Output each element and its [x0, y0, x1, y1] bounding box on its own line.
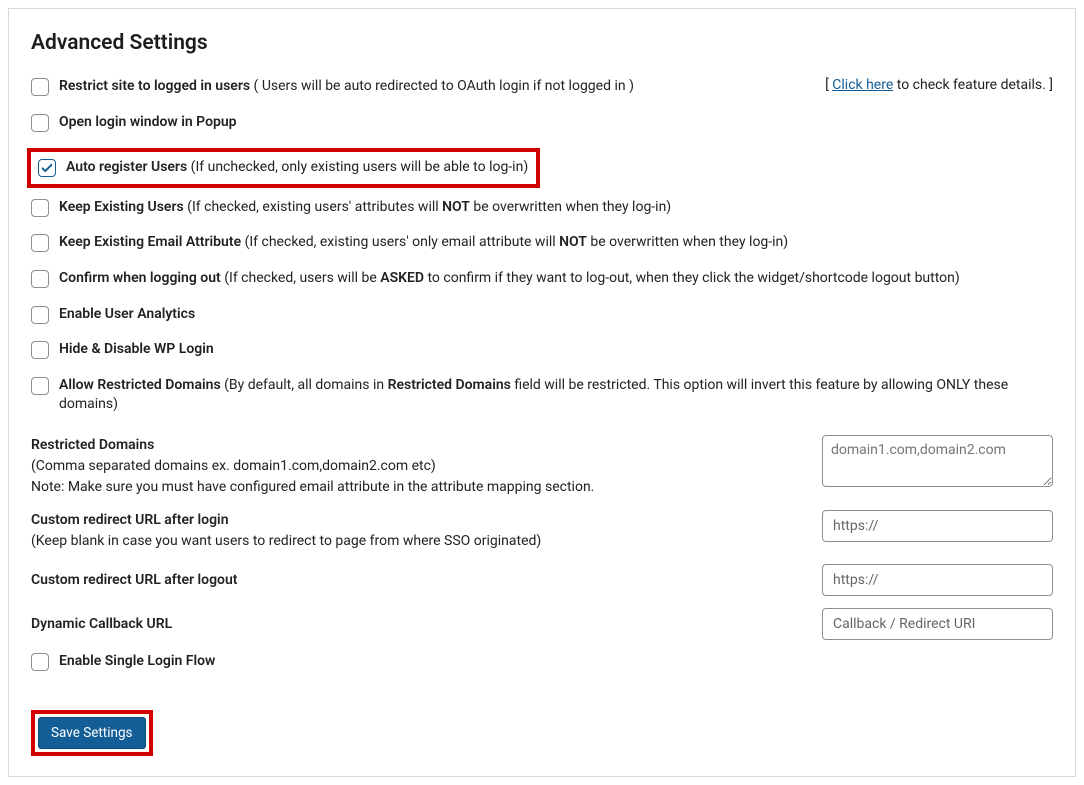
auto-register-label-paren: (If unchecked, only existing users will … [187, 159, 528, 175]
hide-wp-login-row: Hide & Disable WP Login [31, 340, 1053, 360]
restrict-checkbox[interactable] [31, 78, 49, 96]
redirect-logout-input[interactable] [822, 564, 1053, 596]
auto-register-checkbox[interactable] [38, 159, 56, 177]
popup-row: Open login window in Popup [31, 113, 1053, 133]
confirm-logout-label: Confirm when logging out (If checked, us… [59, 269, 960, 289]
allow-restricted-label-text: Allow Restricted Domains [59, 377, 221, 393]
restricted-domains-sub1: (Comma separated domains ex. domain1.com… [31, 458, 436, 474]
auto-register-label: Auto register Users (If unchecked, only … [66, 158, 528, 178]
analytics-label: Enable User Analytics [59, 305, 195, 325]
keep-existing-row: Keep Existing Users (If checked, existin… [31, 198, 1053, 218]
callback-group: Dynamic Callback URL [31, 608, 1053, 640]
restrict-label: Restrict site to logged in users ( Users… [59, 77, 634, 97]
feature-link-block: [ Click here to check feature details. ] [825, 77, 1053, 93]
analytics-label-text: Enable User Analytics [59, 306, 195, 322]
keep-existing-label: Keep Existing Users (If checked, existin… [59, 198, 671, 218]
confirm-logout-row: Confirm when logging out (If checked, us… [31, 269, 1053, 289]
page-title: Advanced Settings [31, 31, 1053, 55]
analytics-row: Enable User Analytics [31, 305, 1053, 325]
redirect-logout-label: Custom redirect URL after logout [31, 572, 238, 588]
callback-input[interactable] [822, 608, 1053, 640]
hide-wp-login-checkbox[interactable] [31, 341, 49, 359]
popup-label-text: Open login window in Popup [59, 114, 237, 130]
keep-email-label: Keep Existing Email Attribute (If checke… [59, 233, 788, 253]
restrict-label-text: Restrict site to logged in users [59, 78, 250, 94]
keep-existing-checkbox[interactable] [31, 199, 49, 217]
single-login-label-text: Enable Single Login Flow [59, 653, 215, 669]
keep-email-paren: (If checked, existing users' only email … [241, 234, 788, 250]
keep-email-checkbox[interactable] [31, 234, 49, 252]
single-login-checkbox[interactable] [31, 653, 49, 671]
redirect-logout-group: Custom redirect URL after logout [31, 564, 1053, 596]
hide-wp-login-label-text: Hide & Disable WP Login [59, 341, 214, 357]
allow-restricted-checkbox[interactable] [31, 377, 49, 395]
restricted-domains-label: Restricted Domains [31, 435, 794, 456]
restricted-domains-input[interactable] [822, 435, 1053, 487]
redirect-login-input[interactable] [822, 510, 1053, 542]
single-login-label: Enable Single Login Flow [59, 652, 215, 672]
popup-checkbox[interactable] [31, 114, 49, 132]
auto-register-highlight: Auto register Users (If unchecked, only … [27, 148, 540, 188]
callback-label: Dynamic Callback URL [31, 616, 172, 632]
confirm-logout-paren: (If checked, users will be ASKED to conf… [221, 270, 960, 286]
restricted-domains-group: Restricted Domains (Comma separated doma… [31, 435, 1053, 498]
check-icon [40, 161, 54, 175]
redirect-login-labelblock: Custom redirect URL after login (Keep bl… [31, 510, 794, 552]
popup-label: Open login window in Popup [59, 113, 237, 133]
keep-existing-label-text: Keep Existing Users [59, 199, 184, 215]
redirect-login-label: Custom redirect URL after login [31, 510, 794, 531]
feature-link-suffix: to check feature details. ] [893, 77, 1053, 93]
redirect-login-group: Custom redirect URL after login (Keep bl… [31, 510, 1053, 552]
advanced-settings-panel: Advanced Settings Restrict site to logge… [8, 8, 1076, 777]
redirect-login-sub: (Keep blank in case you want users to re… [31, 533, 541, 549]
feature-link[interactable]: Click here [832, 77, 893, 93]
keep-existing-paren: (If checked, existing users' attributes … [184, 199, 671, 215]
restricted-domains-labelblock: Restricted Domains (Comma separated doma… [31, 435, 794, 498]
restricted-domains-sub2: Note: Make sure you must have configured… [31, 479, 594, 495]
auto-register-label-text: Auto register Users [66, 159, 187, 175]
confirm-logout-label-text: Confirm when logging out [59, 270, 221, 286]
allow-restricted-label: Allow Restricted Domains (By default, al… [59, 376, 1053, 415]
hide-wp-login-label: Hide & Disable WP Login [59, 340, 214, 360]
save-button[interactable]: Save Settings [38, 717, 146, 749]
keep-email-label-text: Keep Existing Email Attribute [59, 234, 241, 250]
allow-restricted-row: Allow Restricted Domains (By default, al… [31, 376, 1053, 415]
restrict-label-paren: ( Users will be auto redirected to OAuth… [250, 78, 634, 94]
save-highlight: Save Settings [31, 710, 153, 756]
restrict-row: Restrict site to logged in users ( Users… [31, 77, 1053, 97]
analytics-checkbox[interactable] [31, 306, 49, 324]
single-login-row: Enable Single Login Flow [31, 652, 1053, 672]
confirm-logout-checkbox[interactable] [31, 270, 49, 288]
keep-email-row: Keep Existing Email Attribute (If checke… [31, 233, 1053, 253]
